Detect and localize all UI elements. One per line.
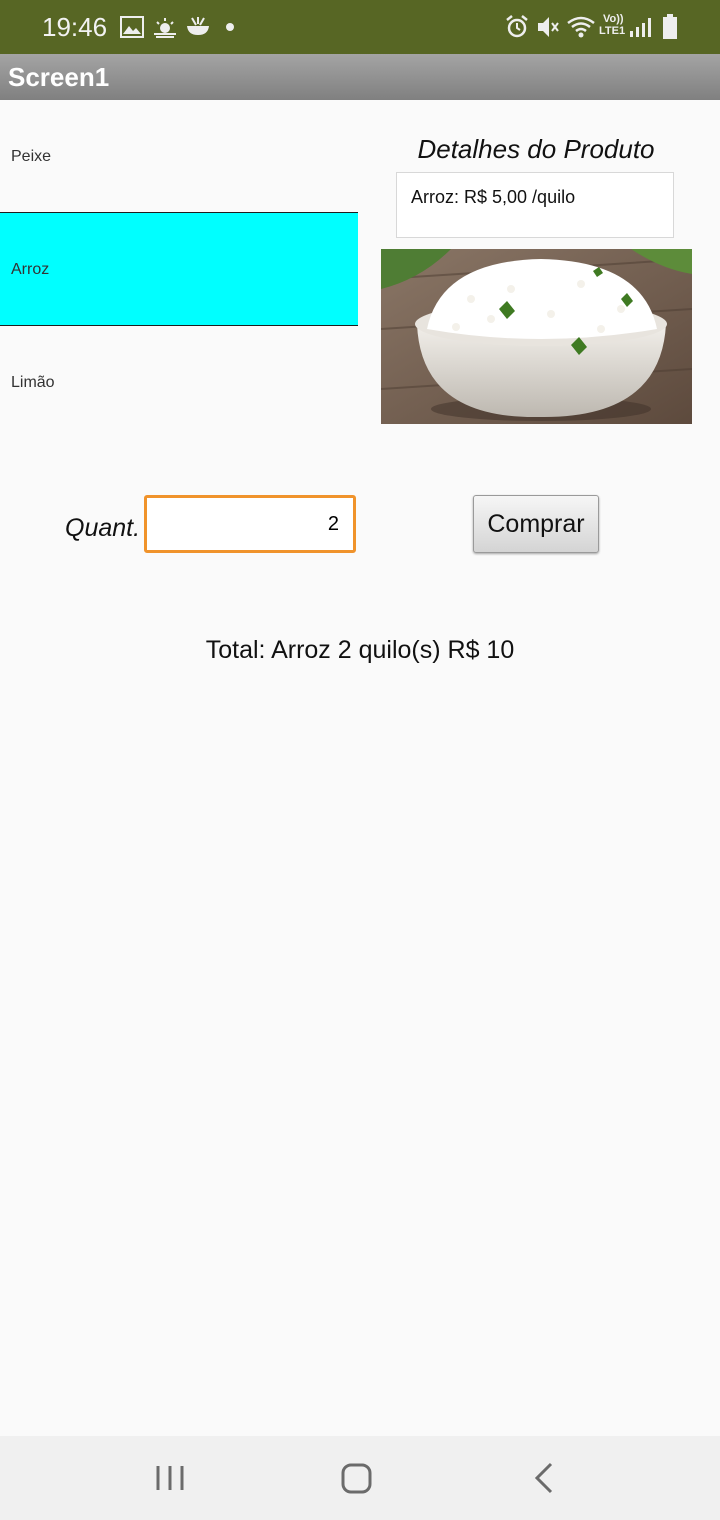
weather-icon — [154, 18, 176, 38]
details-info-box: Arroz: R$ 5,00 /quilo — [396, 172, 674, 238]
product-list: Peixe Arroz Limão — [0, 100, 358, 438]
quantity-input[interactable] — [144, 495, 356, 553]
image-icon — [120, 16, 144, 38]
list-item-label: Arroz — [11, 261, 50, 278]
details-title: Detalhes do Produto — [417, 134, 655, 164]
mute-icon — [538, 17, 559, 37]
volte-bottom-label: LTE1 — [599, 25, 626, 37]
battery-icon — [663, 14, 677, 39]
details-info-text: Arroz: R$ 5,00 /quilo — [411, 187, 576, 207]
quantity-label: Quant. — [65, 514, 141, 542]
home-icon[interactable] — [327, 1456, 387, 1500]
screen-title: Screen1 — [8, 62, 110, 92]
rice-bowl-image — [381, 249, 692, 424]
list-item-limao[interactable]: Limão — [0, 326, 358, 438]
list-item-arroz[interactable]: Arroz — [0, 213, 358, 326]
title-bar: Screen1 — [0, 54, 720, 100]
list-item-label: Peixe — [11, 148, 52, 165]
list-item-label: Limão — [11, 374, 55, 391]
buy-button[interactable]: Comprar — [473, 495, 599, 553]
navigation-bar — [0, 1436, 720, 1520]
list-item-peixe[interactable]: Peixe — [0, 100, 358, 213]
recent-apps-icon[interactable] — [140, 1456, 200, 1500]
wifi-icon — [567, 16, 595, 38]
app-icon — [187, 17, 209, 35]
signal-icon — [630, 18, 651, 37]
volte-top-label: Vo)) — [603, 13, 624, 25]
dot-icon — [226, 23, 234, 31]
alarm-icon — [506, 15, 528, 38]
status-time: 19:46 — [42, 12, 108, 42]
status-bar: 19:46 Vo)) LTE1 — [0, 0, 720, 54]
volte-icon: Vo)) LTE1 — [599, 13, 629, 37]
back-icon[interactable] — [515, 1456, 575, 1500]
product-image — [381, 249, 692, 424]
total-text: Total: Arroz 2 quilo(s) R$ 10 — [205, 636, 515, 664]
